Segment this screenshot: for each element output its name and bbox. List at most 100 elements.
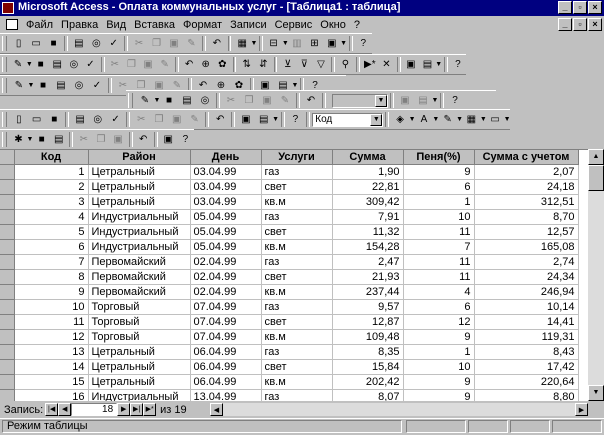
spelling-icon[interactable]: ✓: [105, 36, 122, 52]
spelling-icon[interactable]: ✓: [82, 57, 99, 73]
table-cell[interactable]: кв.м: [261, 239, 333, 255]
record-selector[interactable]: [0, 329, 15, 345]
table-cell[interactable]: газ: [261, 164, 333, 180]
paste-icon[interactable]: ▣: [168, 112, 186, 128]
undo-icon[interactable]: ↶: [135, 132, 152, 148]
table-cell[interactable]: 05.04.99: [190, 224, 262, 240]
table-row[interactable]: 15 Цетральный 06.04.99 кв.м 202,42 9 220,64: [0, 374, 579, 390]
find-icon[interactable]: ⚲: [337, 57, 354, 73]
new-object-dropdown-icon[interactable]: ▼: [340, 36, 347, 52]
menu-window[interactable]: Окно: [316, 19, 350, 31]
record-selector[interactable]: [0, 314, 15, 330]
undo-icon[interactable]: ↶: [211, 112, 229, 128]
column-header-rayon[interactable]: Район: [88, 150, 191, 165]
table-row[interactable]: 12 Торговый 07.04.99 кв.м 109,48 9 119,31: [0, 329, 579, 345]
print-preview-icon[interactable]: ◎: [70, 78, 88, 94]
table-cell[interactable]: 11: [403, 254, 475, 270]
database-window-icon[interactable]: ▣: [396, 93, 414, 109]
format-painter-icon[interactable]: ✎: [183, 36, 200, 52]
table-cell[interactable]: Индустриальный: [88, 224, 191, 240]
new-icon[interactable]: ▯: [10, 36, 27, 52]
web-toolbar-icon[interactable]: ✿: [214, 57, 231, 73]
column-header-den[interactable]: День: [190, 150, 262, 165]
record-selector[interactable]: [0, 194, 15, 210]
table-row[interactable]: 7 Первомайский 02.04.99 газ 2,47 11 2,74: [0, 254, 579, 270]
menu-insert[interactable]: Вставка: [130, 19, 179, 31]
table-cell[interactable]: 14,41: [474, 314, 579, 330]
table-cell[interactable]: Цетральный: [88, 194, 191, 210]
font-color-icon[interactable]: A: [415, 112, 433, 128]
fill-color-icon[interactable]: ◈: [391, 112, 409, 128]
copy-icon[interactable]: ❐: [150, 112, 168, 128]
new-object-icon[interactable]: ▤: [255, 112, 273, 128]
gridlines-icon[interactable]: ▦: [463, 112, 481, 128]
print-icon[interactable]: ▤: [71, 112, 89, 128]
table-cell[interactable]: 12: [14, 329, 89, 345]
table-cell[interactable]: 6: [403, 179, 475, 195]
spelling-icon[interactable]: ✓: [88, 78, 106, 94]
record-selector[interactable]: [0, 224, 15, 240]
scroll-right-icon[interactable]: ▶: [575, 403, 588, 416]
column-header-uslugi[interactable]: Услуги: [261, 150, 333, 165]
table-cell[interactable]: 6: [14, 239, 89, 255]
view-dropdown-icon[interactable]: ▼: [250, 36, 257, 52]
table-cell[interactable]: газ: [261, 344, 333, 360]
help-icon[interactable]: ?: [177, 132, 194, 148]
restore-button[interactable]: ▫: [573, 1, 587, 14]
undo-icon[interactable]: ↶: [302, 93, 320, 109]
record-selector[interactable]: [0, 209, 15, 225]
record-selector[interactable]: [0, 344, 15, 360]
table-cell[interactable]: свет: [261, 359, 333, 375]
table-window-icon[interactable]: [6, 19, 18, 30]
relationships-icon[interactable]: ⊞: [306, 36, 323, 52]
menu-tools[interactable]: Сервис: [271, 19, 317, 31]
table-cell[interactable]: Индустриальный: [88, 239, 191, 255]
scroll-thumb[interactable]: [588, 165, 604, 191]
table-row[interactable]: 2 Цетральный 03.04.99 свет 22,81 6 24,18: [0, 179, 579, 195]
table-cell[interactable]: 9: [403, 164, 475, 180]
new-object-dropdown-icon[interactable]: ▼: [272, 112, 279, 128]
column-header-penya[interactable]: Пеня(%): [403, 150, 475, 165]
new-record-icon[interactable]: ▶*: [362, 57, 379, 73]
table-cell[interactable]: 07.04.99: [190, 299, 262, 315]
menu-help[interactable]: ?: [350, 19, 364, 31]
table-cell[interactable]: 03.04.99: [190, 164, 262, 180]
table-cell[interactable]: 8,35: [332, 344, 404, 360]
sort-ascending-icon[interactable]: ⇅: [238, 57, 255, 73]
table-row[interactable]: 3 Цетральный 03.04.99 кв.м 309,42 1 312,51: [0, 194, 579, 210]
minimize-button[interactable]: _: [558, 1, 572, 14]
table-cell[interactable]: 8,43: [474, 344, 579, 360]
table-row[interactable]: 9 Первомайский 02.04.99 кв.м 237,44 4 246,94: [0, 284, 579, 300]
table-cell[interactable]: 11: [403, 224, 475, 240]
undo-icon[interactable]: ↶: [208, 36, 225, 52]
record-selector[interactable]: [0, 359, 15, 375]
print-icon[interactable]: ▤: [178, 93, 196, 109]
table-cell[interactable]: 11: [14, 314, 89, 330]
table-cell[interactable]: свет: [261, 314, 333, 330]
column-header-summa[interactable]: Сумма: [332, 150, 404, 165]
vertical-scrollbar[interactable]: ▲ ▼: [588, 149, 604, 401]
save-icon[interactable]: ■: [33, 132, 50, 148]
table-cell[interactable]: 9: [14, 284, 89, 300]
table-cell[interactable]: 1: [14, 164, 89, 180]
cut-icon[interactable]: ✂: [132, 112, 150, 128]
table-cell[interactable]: 2,07: [474, 164, 579, 180]
table-cell[interactable]: 21,93: [332, 269, 404, 285]
properties-icon[interactable]: ▥: [288, 36, 305, 52]
table-row[interactable]: 4 Индустриальный 05.04.99 газ 7,91 10 8,70: [0, 209, 579, 225]
menu-view[interactable]: Вид: [102, 19, 130, 31]
copy-icon[interactable]: ❐: [92, 132, 109, 148]
table-cell[interactable]: 154,28: [332, 239, 404, 255]
table-cell[interactable]: 9: [403, 374, 475, 390]
menu-format[interactable]: Формат: [179, 19, 226, 31]
table-cell[interactable]: Цетральный: [88, 164, 191, 180]
table-cell[interactable]: 119,31: [474, 329, 579, 345]
paste-icon[interactable]: ▣: [258, 93, 276, 109]
table-cell[interactable]: газ: [261, 209, 333, 225]
table-cell[interactable]: 02.04.99: [190, 269, 262, 285]
print-icon[interactable]: ▤: [52, 78, 70, 94]
record-selector[interactable]: [0, 239, 15, 255]
help-icon[interactable]: ?: [355, 36, 372, 52]
table-cell[interactable]: 202,42: [332, 374, 404, 390]
new-object-dropdown-icon[interactable]: ▼: [432, 93, 439, 109]
